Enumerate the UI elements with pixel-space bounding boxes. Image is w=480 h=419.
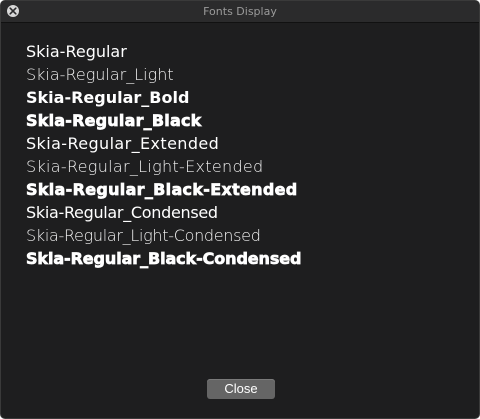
fonts-display-window: Fonts Display Skia-Regular Skia-Regular_… xyxy=(0,0,480,419)
font-item-light-extended: Skia-Regular_Light-Extended xyxy=(26,157,264,176)
font-item-black-condensed: Skia-Regular_Black-Condensed xyxy=(26,249,302,269)
font-item-regular: Skia-Regular xyxy=(26,42,127,61)
title-bar: Fonts Display xyxy=(1,1,479,23)
font-item-light: Skia-Regular_Light xyxy=(26,65,174,84)
font-item-black-extended: Skia-Regular_Black-Extended xyxy=(26,180,298,200)
font-item-condensed: Skia-Regular_Condensed xyxy=(26,203,218,222)
font-list: Skia-Regular Skia-Regular_Light Skia-Reg… xyxy=(26,40,302,270)
font-item-light-condensed: Skia-Regular_Light-Condensed xyxy=(26,226,261,245)
font-item-black: Skia-Regular_Black xyxy=(26,111,202,131)
font-item-bold: Skia-Regular_Bold xyxy=(26,88,190,107)
window-title: Fonts Display xyxy=(203,5,277,18)
close-button[interactable]: Close xyxy=(207,379,275,399)
font-item-extended: Skia-Regular_Extended xyxy=(26,134,220,153)
